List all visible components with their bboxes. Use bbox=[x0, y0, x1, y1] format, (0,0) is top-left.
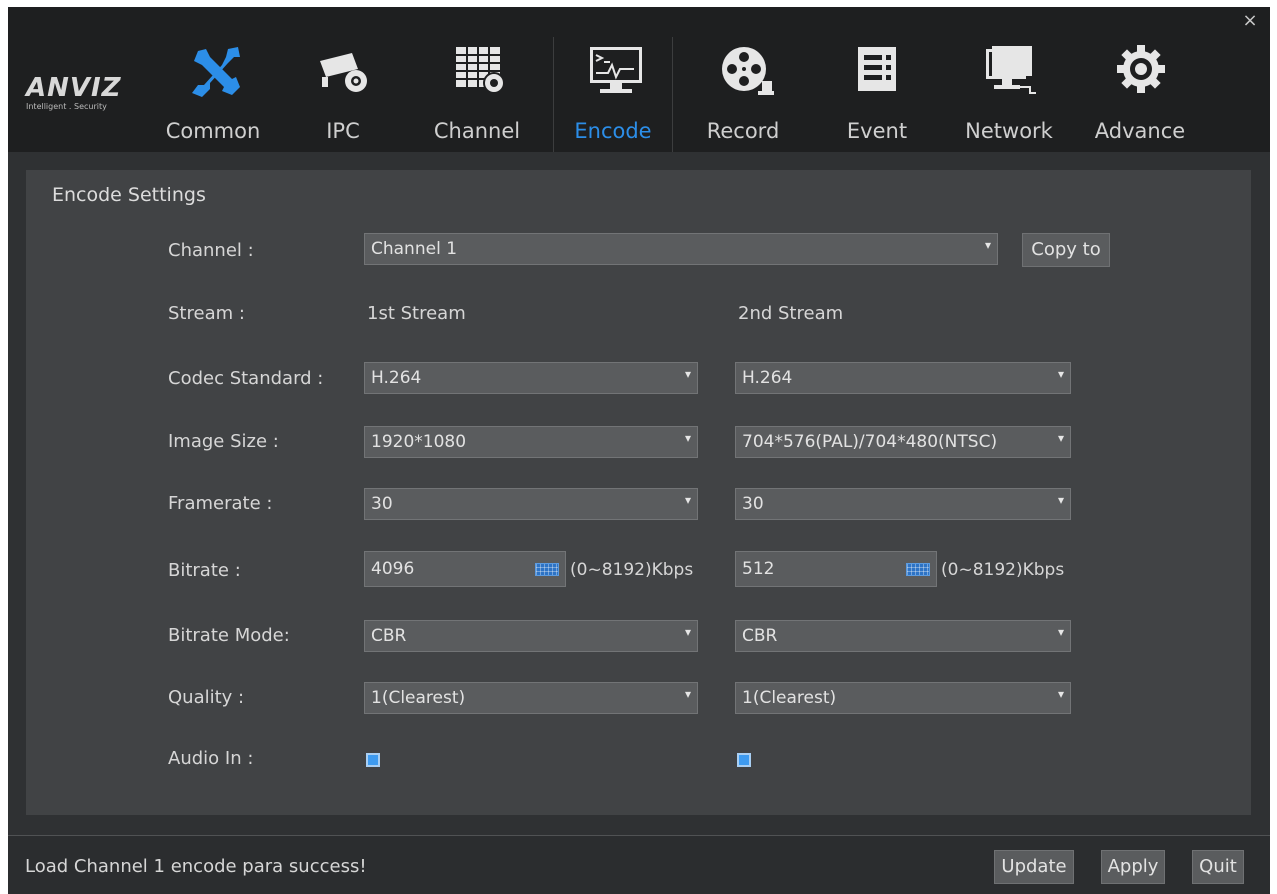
close-button[interactable]: × bbox=[1240, 11, 1260, 31]
event-list-icon bbox=[858, 47, 896, 91]
chevron-down-icon: ▾ bbox=[684, 493, 691, 507]
stream1-image-size-value: 1920*1080 bbox=[371, 432, 467, 452]
stream2-quality-select[interactable]: 1(Clearest) ▾ bbox=[735, 682, 1071, 714]
tab-network-label: Network bbox=[965, 119, 1053, 143]
stream1-bitrate-input[interactable]: 4096 bbox=[364, 551, 566, 587]
tab-ipc[interactable]: IPC bbox=[284, 37, 402, 152]
brand-logo: ANVIZ Intelligent . Security bbox=[26, 75, 146, 125]
network-monitor-icon bbox=[986, 46, 1036, 94]
encode-monitor-icon bbox=[590, 47, 642, 93]
tools-icon bbox=[192, 47, 240, 97]
audio-in-label: Audio In : bbox=[168, 748, 254, 769]
stream1-framerate-value: 30 bbox=[371, 494, 393, 514]
stream2-bitrate-input[interactable]: 512 bbox=[735, 551, 937, 587]
chevron-down-icon: ▾ bbox=[984, 238, 991, 252]
camera-gear-icon bbox=[320, 53, 367, 92]
tab-encode-label: Encode bbox=[574, 119, 652, 143]
chevron-down-icon: ▾ bbox=[684, 431, 691, 445]
codec-standard-label: Codec Standard : bbox=[168, 368, 324, 389]
stream2-framerate-select[interactable]: 30 ▾ bbox=[735, 488, 1071, 520]
panel-title: Encode Settings bbox=[52, 184, 206, 206]
chevron-down-icon: ▾ bbox=[1057, 431, 1064, 445]
tab-channel-label: Channel bbox=[433, 119, 521, 143]
keyboard-icon[interactable] bbox=[535, 563, 559, 576]
stream2-bitrate-range: (0~8192)Kbps bbox=[941, 560, 1065, 580]
update-button[interactable]: Update bbox=[994, 850, 1074, 884]
stream1-audio-checkbox[interactable] bbox=[366, 753, 380, 767]
tab-ipc-label: IPC bbox=[326, 119, 360, 143]
channel-select[interactable]: Channel 1 ▾ bbox=[364, 233, 998, 265]
framerate-label: Framerate : bbox=[168, 493, 273, 514]
status-bar: Load Channel 1 encode para success! Upda… bbox=[8, 835, 1270, 894]
stream2-quality-value: 1(Clearest) bbox=[742, 688, 837, 708]
stream1-bitrate-value: 4096 bbox=[371, 559, 415, 579]
settings-window: × ANVIZ Intelligent . Security Common IP… bbox=[8, 7, 1270, 894]
stream1-heading: 1st Stream bbox=[367, 303, 466, 324]
stream1-bitrate-mode-value: CBR bbox=[371, 626, 407, 646]
image-size-label: Image Size : bbox=[168, 431, 279, 452]
apply-button[interactable]: Apply bbox=[1101, 850, 1165, 884]
status-message: Load Channel 1 encode para success! bbox=[25, 856, 367, 877]
top-navigation-bar: × ANVIZ Intelligent . Security Common IP… bbox=[8, 7, 1270, 152]
stream1-framerate-select[interactable]: 30 ▾ bbox=[364, 488, 698, 520]
stream1-image-size-select[interactable]: 1920*1080 ▾ bbox=[364, 426, 698, 458]
stream2-codec-value: H.264 bbox=[742, 368, 793, 388]
film-reel-icon bbox=[722, 47, 774, 95]
brand-tagline: Intelligent . Security bbox=[26, 102, 107, 111]
tab-advance[interactable]: Advance bbox=[1081, 37, 1199, 152]
stream1-codec-select[interactable]: H.264 ▾ bbox=[364, 362, 698, 394]
keyboard-icon[interactable] bbox=[906, 563, 930, 576]
chevron-down-icon: ▾ bbox=[684, 367, 691, 381]
stream2-image-size-value: 704*576(PAL)/704*480(NTSC) bbox=[742, 432, 998, 452]
tab-channel[interactable]: Channel bbox=[418, 37, 536, 152]
encode-settings-panel: Encode Settings Channel : Channel 1 ▾ Co… bbox=[26, 170, 1251, 815]
channel-label: Channel : bbox=[168, 240, 254, 261]
tab-event-label: Event bbox=[846, 119, 908, 143]
bitrate-label: Bitrate : bbox=[168, 560, 241, 581]
tab-common-label: Common bbox=[165, 119, 261, 143]
stream-label: Stream : bbox=[168, 303, 245, 324]
stream2-codec-select[interactable]: H.264 ▾ bbox=[735, 362, 1071, 394]
chevron-down-icon: ▾ bbox=[1057, 687, 1064, 701]
chevron-down-icon: ▾ bbox=[1057, 493, 1064, 507]
tab-encode[interactable]: Encode bbox=[553, 37, 673, 152]
channel-grid-icon bbox=[456, 47, 505, 94]
chevron-down-icon: ▾ bbox=[1057, 625, 1064, 639]
quality-label: Quality : bbox=[168, 687, 245, 708]
stream1-codec-value: H.264 bbox=[371, 368, 422, 388]
tab-event[interactable]: Event bbox=[818, 37, 936, 152]
quit-button[interactable]: Quit bbox=[1192, 850, 1244, 884]
stream2-framerate-value: 30 bbox=[742, 494, 764, 514]
copy-to-button[interactable]: Copy to bbox=[1022, 233, 1110, 267]
tab-record-label: Record bbox=[706, 119, 780, 143]
stream1-bitrate-mode-select[interactable]: CBR ▾ bbox=[364, 620, 698, 652]
stream2-heading: 2nd Stream bbox=[738, 303, 844, 324]
stream2-bitrate-mode-value: CBR bbox=[742, 626, 778, 646]
channel-select-value: Channel 1 bbox=[371, 239, 458, 259]
stream1-bitrate-range: (0~8192)Kbps bbox=[570, 560, 694, 580]
stream1-quality-value: 1(Clearest) bbox=[371, 688, 466, 708]
tab-common[interactable]: Common bbox=[154, 37, 272, 152]
bitrate-mode-label: Bitrate Mode: bbox=[168, 625, 290, 646]
chevron-down-icon: ▾ bbox=[684, 625, 691, 639]
stream2-bitrate-value: 512 bbox=[742, 559, 775, 579]
brand-name: ANVIZ bbox=[26, 73, 122, 103]
chevron-down-icon: ▾ bbox=[684, 687, 691, 701]
stream2-image-size-select[interactable]: 704*576(PAL)/704*480(NTSC) ▾ bbox=[735, 426, 1071, 458]
tab-record[interactable]: Record bbox=[684, 37, 802, 152]
gear-icon bbox=[1117, 45, 1165, 93]
chevron-down-icon: ▾ bbox=[1057, 367, 1064, 381]
stream1-quality-select[interactable]: 1(Clearest) ▾ bbox=[364, 682, 698, 714]
stream2-bitrate-mode-select[interactable]: CBR ▾ bbox=[735, 620, 1071, 652]
stream2-audio-checkbox[interactable] bbox=[737, 753, 751, 767]
tab-advance-label: Advance bbox=[1094, 119, 1186, 143]
tab-network[interactable]: Network bbox=[950, 37, 1068, 152]
